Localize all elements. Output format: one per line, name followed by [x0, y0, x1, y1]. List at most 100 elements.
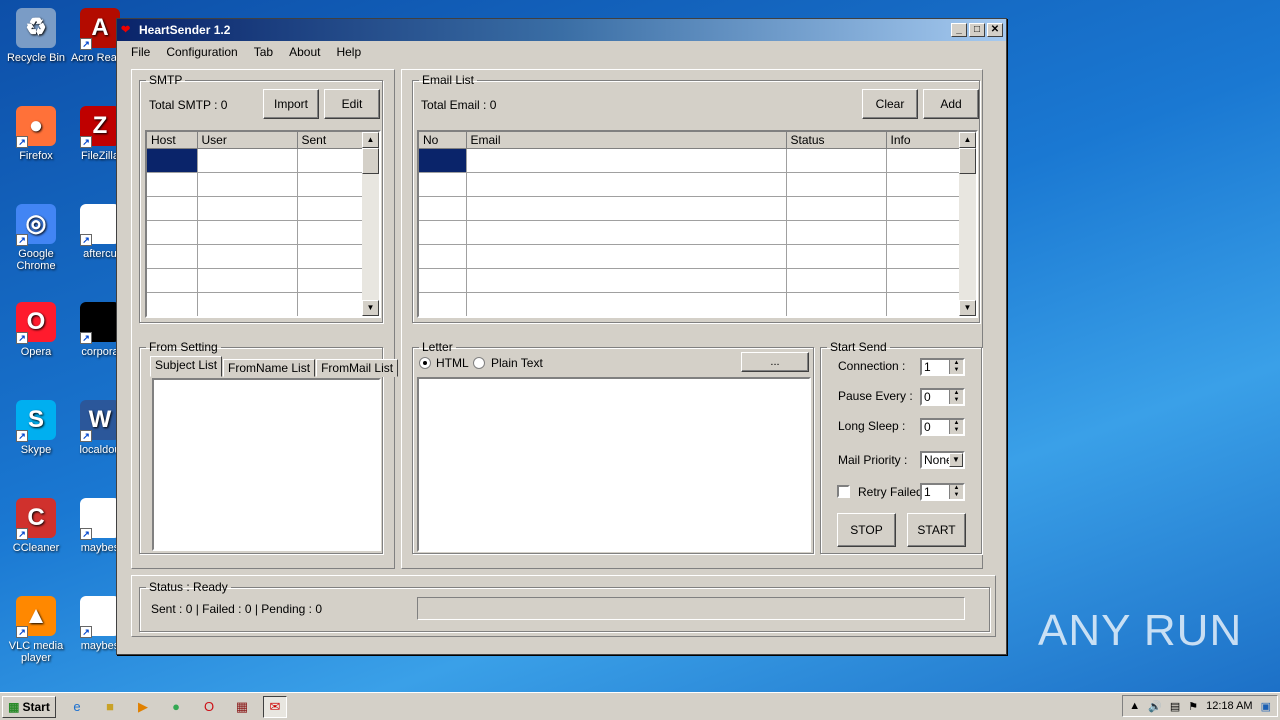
- long-sleep-stepper[interactable]: 0 ▲ ▼: [920, 418, 965, 436]
- table-cell[interactable]: [886, 292, 962, 316]
- mail-priority-select[interactable]: None ▼: [920, 451, 965, 469]
- scroll-up-arrow-icon[interactable]: ▲: [362, 132, 379, 148]
- scroll-thumb[interactable]: [959, 148, 976, 174]
- table-cell[interactable]: [297, 172, 365, 197]
- table-cell[interactable]: [466, 292, 787, 316]
- table-row[interactable]: [147, 196, 365, 221]
- table-row[interactable]: [419, 268, 962, 293]
- table-cell[interactable]: [786, 196, 887, 221]
- browse-button[interactable]: ...: [741, 352, 809, 372]
- scroll-down-arrow-icon[interactable]: ▼: [362, 300, 379, 316]
- column-header[interactable]: Host: [147, 132, 198, 149]
- table-cell[interactable]: [466, 172, 787, 197]
- table-cell[interactable]: [197, 196, 298, 221]
- clock[interactable]: 12:18 AM: [1206, 700, 1252, 712]
- start-button-taskbar[interactable]: ▦ Start: [2, 695, 56, 718]
- heartsender-taskbar-icon[interactable]: ✉: [263, 695, 287, 718]
- table-cell[interactable]: [147, 172, 198, 197]
- column-header[interactable]: Info: [886, 132, 962, 149]
- column-header[interactable]: User: [197, 132, 298, 149]
- table-cell[interactable]: [419, 268, 467, 293]
- menu-tab[interactable]: Tab: [246, 45, 281, 59]
- email-table[interactable]: No Email Status Info ▲ ▼: [417, 130, 978, 318]
- table-cell[interactable]: [886, 196, 962, 221]
- pause-every-stepper[interactable]: 0 ▲ ▼: [920, 388, 965, 406]
- table-row[interactable]: [147, 292, 365, 316]
- table-cell[interactable]: [147, 220, 198, 245]
- table-row[interactable]: [419, 196, 962, 221]
- table-cell[interactable]: [197, 268, 298, 293]
- table-cell[interactable]: [419, 172, 467, 197]
- retry-failed-stepper[interactable]: 1 ▲ ▼: [920, 483, 965, 501]
- table-row[interactable]: [419, 148, 962, 173]
- table-row[interactable]: [419, 292, 962, 316]
- desktop-icon[interactable]: O ↗ Opera: [0, 302, 72, 358]
- column-header[interactable]: Status: [786, 132, 887, 149]
- edit-button[interactable]: Edit: [324, 89, 380, 119]
- table-cell[interactable]: [886, 244, 962, 269]
- table-cell[interactable]: [197, 292, 298, 316]
- connection-stepper[interactable]: 1 ▲ ▼: [920, 358, 965, 376]
- menu-help[interactable]: Help: [328, 45, 369, 59]
- table-row[interactable]: [419, 220, 962, 245]
- menu-about[interactable]: About: [281, 45, 328, 59]
- table-cell[interactable]: [886, 268, 962, 293]
- desktop-icon[interactable]: ▲ ↗ VLC media player: [0, 596, 72, 664]
- subject-list-textarea[interactable]: [152, 378, 381, 551]
- table-cell[interactable]: [419, 292, 467, 316]
- table-cell[interactable]: [297, 148, 365, 173]
- smtp-table[interactable]: Host User Sent ▲ ▼: [145, 130, 381, 318]
- network-icon[interactable]: ▤: [1170, 700, 1180, 713]
- table-cell[interactable]: [786, 220, 887, 245]
- table-cell[interactable]: [419, 196, 467, 221]
- table-row[interactable]: [147, 220, 365, 245]
- table-cell[interactable]: [886, 172, 962, 197]
- table-cell[interactable]: [297, 196, 365, 221]
- stepper-arrows-icon[interactable]: ▲ ▼: [949, 360, 963, 374]
- column-header[interactable]: Email: [466, 132, 787, 149]
- menu-file[interactable]: File: [123, 45, 158, 59]
- desktop-icon[interactable]: ◎ ↗ Google Chrome: [0, 204, 72, 272]
- table-cell[interactable]: [197, 220, 298, 245]
- column-header[interactable]: No: [419, 132, 467, 149]
- table-row[interactable]: [419, 172, 962, 197]
- scroll-down-arrow-icon[interactable]: ▼: [959, 300, 976, 316]
- table-cell[interactable]: [147, 292, 198, 316]
- column-header[interactable]: Sent: [297, 132, 365, 149]
- desktop-icon[interactable]: C ↗ CCleaner: [0, 498, 72, 554]
- minimize-button[interactable]: _: [951, 23, 967, 37]
- stepper-arrows-icon[interactable]: ▲ ▼: [949, 485, 963, 499]
- table-row[interactable]: [147, 172, 365, 197]
- file-explorer-icon[interactable]: ■: [98, 696, 122, 718]
- table-cell[interactable]: [297, 268, 365, 293]
- scroll-up-arrow-icon[interactable]: ▲: [959, 132, 976, 148]
- letter-textarea[interactable]: [417, 377, 811, 552]
- table-cell[interactable]: [886, 220, 962, 245]
- table-cell[interactable]: [886, 148, 962, 173]
- start-button[interactable]: START: [907, 513, 966, 547]
- opera-taskbar-icon[interactable]: O: [197, 696, 221, 718]
- desktop-icon[interactable]: ♻ Recycle Bin: [0, 8, 72, 64]
- table-cell[interactable]: [197, 244, 298, 269]
- table-cell[interactable]: [297, 244, 365, 269]
- table-cell[interactable]: [297, 292, 365, 316]
- show-desktop-icon[interactable]: ▣: [1261, 700, 1271, 713]
- table-cell[interactable]: [466, 220, 787, 245]
- action-center-flag-icon[interactable]: ⚑: [1188, 700, 1198, 713]
- chevron-down-icon[interactable]: ▼: [949, 453, 963, 467]
- stepper-arrows-icon[interactable]: ▲ ▼: [949, 390, 963, 404]
- show-hidden-icons-icon[interactable]: ▲: [1129, 700, 1140, 712]
- import-button[interactable]: Import: [263, 89, 319, 119]
- clear-button[interactable]: Clear: [862, 89, 918, 119]
- maximize-button[interactable]: □: [969, 23, 985, 37]
- table-cell[interactable]: [466, 244, 787, 269]
- table-cell[interactable]: [419, 244, 467, 269]
- table-row[interactable]: [147, 244, 365, 269]
- chrome-taskbar-icon[interactable]: ●: [164, 696, 188, 718]
- volume-icon[interactable]: 🔊: [1148, 700, 1162, 713]
- tab-subject-list[interactable]: Subject List: [150, 356, 223, 377]
- table-cell[interactable]: [147, 244, 198, 269]
- table-cell[interactable]: [786, 148, 887, 173]
- table-row[interactable]: [419, 244, 962, 269]
- table-cell[interactable]: [466, 268, 787, 293]
